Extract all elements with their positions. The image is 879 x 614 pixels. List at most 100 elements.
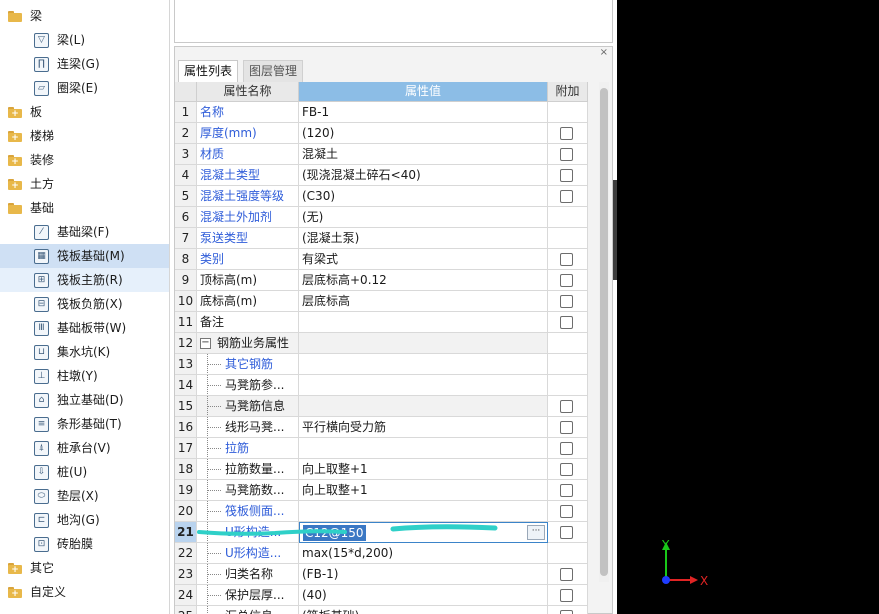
- add-checkbox[interactable]: [560, 127, 573, 140]
- property-value[interactable]: (C30): [299, 186, 548, 207]
- add-checkbox[interactable]: [560, 421, 573, 434]
- property-row[interactable]: 16 线形马凳... 平行横向受力筋: [175, 417, 588, 438]
- tab-property-list[interactable]: 属性列表: [178, 60, 239, 82]
- property-value[interactable]: 平行横向受力筋: [299, 417, 548, 438]
- tree-item-jichu-child[interactable]: ⊏ 地沟(G): [0, 508, 169, 532]
- property-row[interactable]: 19 马凳筋数... 向上取整+1: [175, 480, 588, 501]
- property-row[interactable]: 14 马凳筋参...: [175, 375, 588, 396]
- tree-item-jichu-child[interactable]: ⁄ 基础梁(F): [0, 220, 169, 244]
- tree-item-jichu[interactable]: 基础: [0, 196, 169, 220]
- property-row[interactable]: 22 U形构造... max(15*d,200): [175, 543, 588, 564]
- property-row[interactable]: 18 拉筋数量... 向上取整+1: [175, 459, 588, 480]
- add-checkbox[interactable]: [560, 400, 573, 413]
- add-checkbox[interactable]: [560, 442, 573, 455]
- tree-item-jichu-child[interactable]: ⍋ 桩承台(V): [0, 436, 169, 460]
- property-row[interactable]: 7 泵送类型 (混凝土泵): [175, 228, 588, 249]
- property-value[interactable]: [299, 354, 548, 375]
- property-row[interactable]: 5 混凝土强度等级 (C30): [175, 186, 588, 207]
- property-value[interactable]: (混凝土泵): [299, 228, 548, 249]
- property-value[interactable]: [299, 312, 548, 333]
- tree-item-tufang[interactable]: + 土方: [0, 172, 169, 196]
- property-row[interactable]: 4 混凝土类型 (现浇混凝土碎石<40): [175, 165, 588, 186]
- add-checkbox[interactable]: [560, 316, 573, 329]
- add-checkbox[interactable]: [560, 589, 573, 602]
- more-options-button[interactable]: ···: [527, 525, 545, 540]
- add-checkbox[interactable]: [560, 568, 573, 581]
- property-row[interactable]: 20 筏板侧面...: [175, 501, 588, 522]
- add-checkbox[interactable]: [560, 253, 573, 266]
- tree-item-louti[interactable]: + 楼梯: [0, 124, 169, 148]
- tree-item-zhuangxiu[interactable]: + 装修: [0, 148, 169, 172]
- property-row[interactable]: 12− 钢筋业务属性: [175, 333, 588, 354]
- property-value[interactable]: [299, 375, 548, 396]
- tree-item-jichu-child[interactable]: ⊔ 集水坑(K): [0, 340, 169, 364]
- tree-item-jichu-child[interactable]: Ⅲ 基础板带(W): [0, 316, 169, 340]
- property-row[interactable]: 6 混凝土外加剂 (无): [175, 207, 588, 228]
- tree-item-jichu-child[interactable]: ⬭ 垫层(X): [0, 484, 169, 508]
- property-value[interactable]: [299, 333, 548, 354]
- property-value[interactable]: (FB-1): [299, 564, 548, 585]
- property-row[interactable]: 10 底标高(m) 层底标高: [175, 291, 588, 312]
- property-value[interactable]: (无): [299, 207, 548, 228]
- add-checkbox[interactable]: [560, 526, 573, 539]
- tree-item-lianliang[interactable]: ∏ 连梁(G): [0, 52, 169, 76]
- drawing-viewport[interactable]: [617, 0, 879, 614]
- tree-item-jichu-child[interactable]: ≡ 条形基础(T): [0, 412, 169, 436]
- collapse-icon[interactable]: −: [200, 338, 211, 349]
- property-value[interactable]: [299, 396, 548, 417]
- add-checkbox[interactable]: [560, 463, 573, 476]
- value-edit-input[interactable]: C12@150: [303, 525, 366, 541]
- property-value[interactable]: 有梁式: [299, 249, 548, 270]
- property-row[interactable]: 17 拉筋: [175, 438, 588, 459]
- tree-item-jichu-child[interactable]: ▦ 筏板基础(M): [0, 244, 169, 268]
- scrollbar-thumb[interactable]: [600, 88, 608, 576]
- tree-item-jichu-child[interactable]: ⊡ 砖胎膜: [0, 532, 169, 556]
- tree-item-qita[interactable]: + 其它: [0, 556, 169, 580]
- tree-item-jichu-child[interactable]: ⊞ 筏板主筋(R): [0, 268, 169, 292]
- tree-item-jichu-child[interactable]: ⊥ 柱墩(Y): [0, 364, 169, 388]
- property-row[interactable]: 24 保护层厚... (40): [175, 585, 588, 606]
- add-checkbox[interactable]: [560, 505, 573, 518]
- add-checkbox[interactable]: [560, 295, 573, 308]
- close-icon[interactable]: ×: [600, 47, 608, 59]
- property-value[interactable]: FB-1: [299, 102, 548, 123]
- property-row[interactable]: 21 U形构造... C12@150 ···: [175, 522, 588, 543]
- property-value[interactable]: C12@150 ···: [299, 522, 548, 543]
- property-row[interactable]: 11 备注: [175, 312, 588, 333]
- tree-item-quanliang[interactable]: ▱ 圈梁(E): [0, 76, 169, 100]
- property-row[interactable]: 25 汇总信息 (筏板基础): [175, 606, 588, 614]
- property-row[interactable]: 8 类别 有梁式: [175, 249, 588, 270]
- property-value[interactable]: max(15*d,200): [299, 543, 548, 564]
- tree-item-jichu-child[interactable]: ⇩ 桩(U): [0, 460, 169, 484]
- property-value[interactable]: (筏板基础): [299, 606, 548, 614]
- property-row[interactable]: 23 归类名称 (FB-1): [175, 564, 588, 585]
- add-checkbox[interactable]: [560, 190, 573, 203]
- property-row[interactable]: 1 名称 FB-1: [175, 102, 588, 123]
- property-value[interactable]: 向上取整+1: [299, 459, 548, 480]
- add-checkbox[interactable]: [560, 610, 573, 614]
- tree-item-zidingyi[interactable]: + 自定义: [0, 580, 169, 604]
- property-row[interactable]: 13 其它钢筋: [175, 354, 588, 375]
- tree-item-ban[interactable]: + 板: [0, 100, 169, 124]
- property-value[interactable]: 层底标高: [299, 291, 548, 312]
- property-row[interactable]: 9 顶标高(m) 层底标高+0.12: [175, 270, 588, 291]
- property-value[interactable]: [299, 501, 548, 522]
- property-value[interactable]: [299, 438, 548, 459]
- property-value[interactable]: 混凝土: [299, 144, 548, 165]
- add-checkbox[interactable]: [560, 274, 573, 287]
- property-value[interactable]: (现浇混凝土碎石<40): [299, 165, 548, 186]
- tree-item-jichu-child[interactable]: ⌂ 独立基础(D): [0, 388, 169, 412]
- property-row[interactable]: 2 厚度(mm) (120): [175, 123, 588, 144]
- property-row[interactable]: 15 马凳筋信息: [175, 396, 588, 417]
- property-row[interactable]: 3 材质 混凝土: [175, 144, 588, 165]
- tree-item-liang-l[interactable]: ▽ 梁(L): [0, 28, 169, 52]
- tree-item-liang[interactable]: 梁: [0, 4, 169, 28]
- add-checkbox[interactable]: [560, 148, 573, 161]
- property-value[interactable]: 向上取整+1: [299, 480, 548, 501]
- add-checkbox[interactable]: [560, 484, 573, 497]
- vertical-scrollbar[interactable]: [599, 82, 609, 582]
- property-value[interactable]: 层底标高+0.12: [299, 270, 548, 291]
- add-checkbox[interactable]: [560, 169, 573, 182]
- tab-layer-management[interactable]: 图层管理: [243, 60, 304, 82]
- property-value[interactable]: (40): [299, 585, 548, 606]
